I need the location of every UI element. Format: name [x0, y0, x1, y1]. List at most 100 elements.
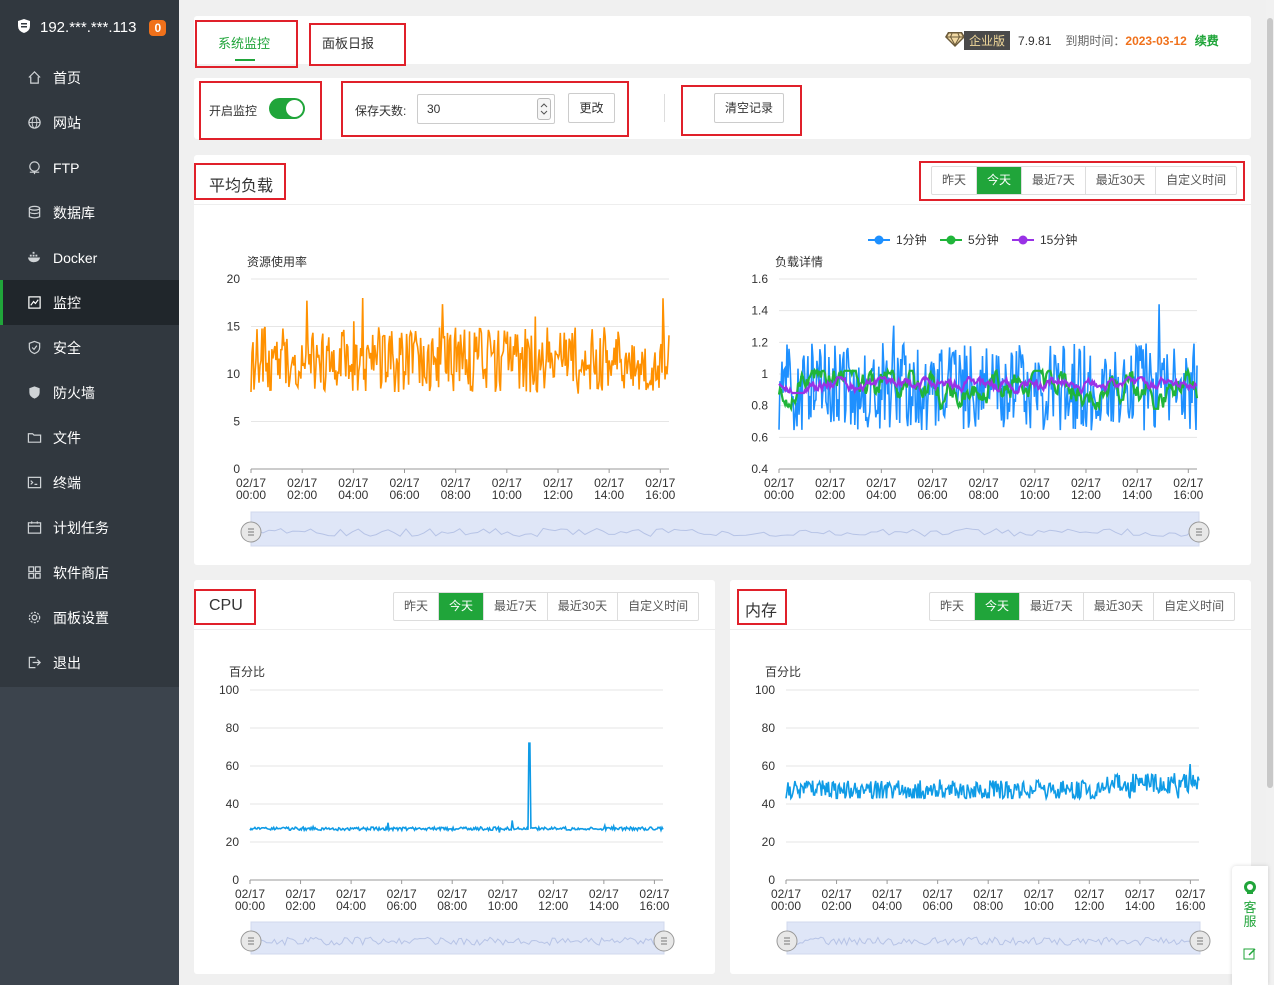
sidebar-item-label: 安全	[53, 339, 81, 356]
ftp-icon	[26, 160, 42, 176]
range-button[interactable]: 今天	[439, 593, 485, 620]
scrollbar-thumb[interactable]	[1267, 18, 1273, 788]
sidebar: 192.***.***.113 0 首页网站 FTP 数据库 Docker 监控安全防火…	[0, 0, 179, 985]
range-button[interactable]: 最近30天	[1084, 593, 1155, 620]
sidebar-item-label: 数据库	[53, 204, 95, 221]
range-button[interactable]: 自定义时间	[1154, 593, 1234, 620]
customer-service-label: 客服	[1243, 900, 1257, 929]
version-text: 7.9.81	[1018, 33, 1052, 48]
chat-icon	[1232, 880, 1268, 899]
tab-system-monitor[interactable]: 系统监控	[218, 33, 270, 52]
sidebar-item-label: 首页	[53, 69, 81, 86]
retention-days-label: 保存天数:	[355, 104, 407, 118]
sidebar-item-10[interactable]: 计划任务	[0, 505, 179, 550]
range-button[interactable]: 今天	[977, 167, 1023, 194]
globe-icon	[26, 115, 42, 131]
sidebar-item-label: FTP	[53, 159, 80, 176]
range-button[interactable]: 昨天	[930, 593, 976, 620]
range-button[interactable]: 今天	[975, 593, 1021, 620]
calendar-icon	[26, 520, 42, 536]
divider	[730, 629, 1251, 630]
active-tab-indicator	[235, 59, 255, 61]
edit-icon[interactable]	[1232, 947, 1268, 964]
edition-badge: 企业版	[964, 31, 1011, 50]
renew-link[interactable]: 续费	[1195, 32, 1219, 49]
sidebar-item-label: 防火墙	[53, 384, 95, 401]
sidebar-item-6[interactable]: 安全	[0, 325, 179, 370]
message-badge[interactable]: 0	[149, 19, 167, 36]
sidebar-item-2[interactable]: FTP	[0, 145, 179, 190]
memory-panel: 内存 昨天 今天 最近7天 最近30天 自定义时间	[730, 580, 1251, 974]
gear-icon	[26, 610, 42, 626]
customer-service-float[interactable]: 客服	[1232, 866, 1268, 985]
expire-date: 2023-03-12	[1125, 33, 1187, 48]
sidebar-item-11[interactable]: 软件商店	[0, 550, 179, 595]
sidebar-item-3[interactable]: 数据库	[0, 190, 179, 235]
edition-info: 企业版 7.9.81 到期时间： 2023-03-12 续费	[944, 30, 1219, 51]
sidebar-item-13[interactable]: 退出	[0, 640, 179, 685]
toggle-knob	[286, 100, 303, 117]
memory-range-group: 昨天 今天 最近7天 最近30天 自定义时间	[929, 592, 1236, 621]
logout-icon	[26, 655, 42, 671]
range-button[interactable]: 最近7天	[1020, 593, 1084, 620]
diamond-icon	[944, 30, 966, 51]
monitor-icon	[26, 295, 42, 311]
tab-panel-daily[interactable]: 面板日报	[322, 33, 374, 52]
enable-monitor-label: 开启监控	[209, 104, 258, 118]
sidebar-item-label: 终端	[53, 474, 81, 491]
sidebar-item-label: 计划任务	[53, 519, 109, 536]
load-panel: 平均负载 昨天 今天 最近7天 最近30天 自定义时间	[194, 155, 1251, 565]
range-button[interactable]: 最近7天	[484, 593, 548, 620]
sidebar-item-4[interactable]: Docker	[0, 235, 179, 280]
database-icon	[26, 205, 42, 221]
server-icon	[16, 18, 32, 37]
terminal-icon	[26, 475, 42, 491]
sidebar-item-label: 软件商店	[53, 564, 109, 581]
sidebar-menu: 首页网站 FTP 数据库 Docker 监控安全防火墙文件终端计划任务软件商店面板设置退…	[0, 55, 179, 687]
retention-days-input[interactable]: 30	[417, 94, 555, 124]
range-button[interactable]: 自定义时间	[1156, 167, 1236, 194]
home-icon	[26, 70, 42, 86]
sidebar-item-label: 网站	[53, 114, 81, 131]
sidebar-item-5[interactable]: 监控	[0, 280, 179, 325]
range-button[interactable]: 最近7天	[1022, 167, 1086, 194]
range-button[interactable]: 最近30天	[1086, 167, 1157, 194]
load-title: 平均负载	[209, 178, 274, 195]
load-range-group: 昨天 今天 最近7天 最近30天 自定义时间	[931, 166, 1238, 195]
sidebar-item-1[interactable]: 网站	[0, 100, 179, 145]
sidebar-item-label: 文件	[53, 429, 81, 446]
sidebar-header: 192.***.***.113 0	[0, 0, 179, 55]
sidebar-item-0[interactable]: 首页	[0, 55, 179, 100]
top-tab-bar: 系统监控 面板日报 企业版 7.9.81 到期时间： 2023-03-12 续费	[194, 16, 1251, 64]
sidebar-item-8[interactable]: 文件	[0, 415, 179, 460]
sidebar-item-label: Docker	[53, 249, 98, 266]
monitor-controls: 开启监控 保存天数: 30 更改 清空记录	[194, 78, 1251, 139]
days-spinner[interactable]	[537, 98, 551, 120]
firewall-icon	[26, 385, 42, 401]
range-button[interactable]: 最近30天	[548, 593, 619, 620]
page-scrollbar[interactable]	[1266, 0, 1274, 985]
sidebar-item-7[interactable]: 防火墙	[0, 370, 179, 415]
divider	[664, 94, 665, 122]
retention-days-value: 30	[427, 102, 441, 116]
folder-icon	[26, 430, 42, 446]
sidebar-item-12[interactable]: 面板设置	[0, 595, 179, 640]
cpu-range-group: 昨天 今天 最近7天 最近30天 自定义时间	[393, 592, 700, 621]
main-content: 系统监控 面板日报 企业版 7.9.81 到期时间： 2023-03-12 续费…	[179, 0, 1274, 985]
range-button[interactable]: 昨天	[394, 593, 440, 620]
divider	[194, 204, 1251, 205]
range-button[interactable]: 自定义时间	[618, 593, 698, 620]
change-days-button[interactable]: 更改	[568, 93, 615, 123]
cpu-panel: CPU 昨天 今天 最近7天 最近30天 自定义时间	[194, 580, 715, 974]
cpu-title: CPU	[209, 597, 243, 614]
sidebar-item-label: 监控	[53, 294, 81, 311]
divider	[194, 629, 715, 630]
apps-icon	[26, 565, 42, 581]
server-host: 192.***.***.113	[40, 19, 137, 36]
expire-label: 到期时间：	[1065, 34, 1126, 48]
memory-title: 内存	[745, 603, 778, 620]
sidebar-item-9[interactable]: 终端	[0, 460, 179, 505]
enable-monitor-toggle[interactable]	[269, 98, 305, 119]
clear-records-button[interactable]: 清空记录	[714, 93, 784, 123]
range-button[interactable]: 昨天	[932, 167, 978, 194]
